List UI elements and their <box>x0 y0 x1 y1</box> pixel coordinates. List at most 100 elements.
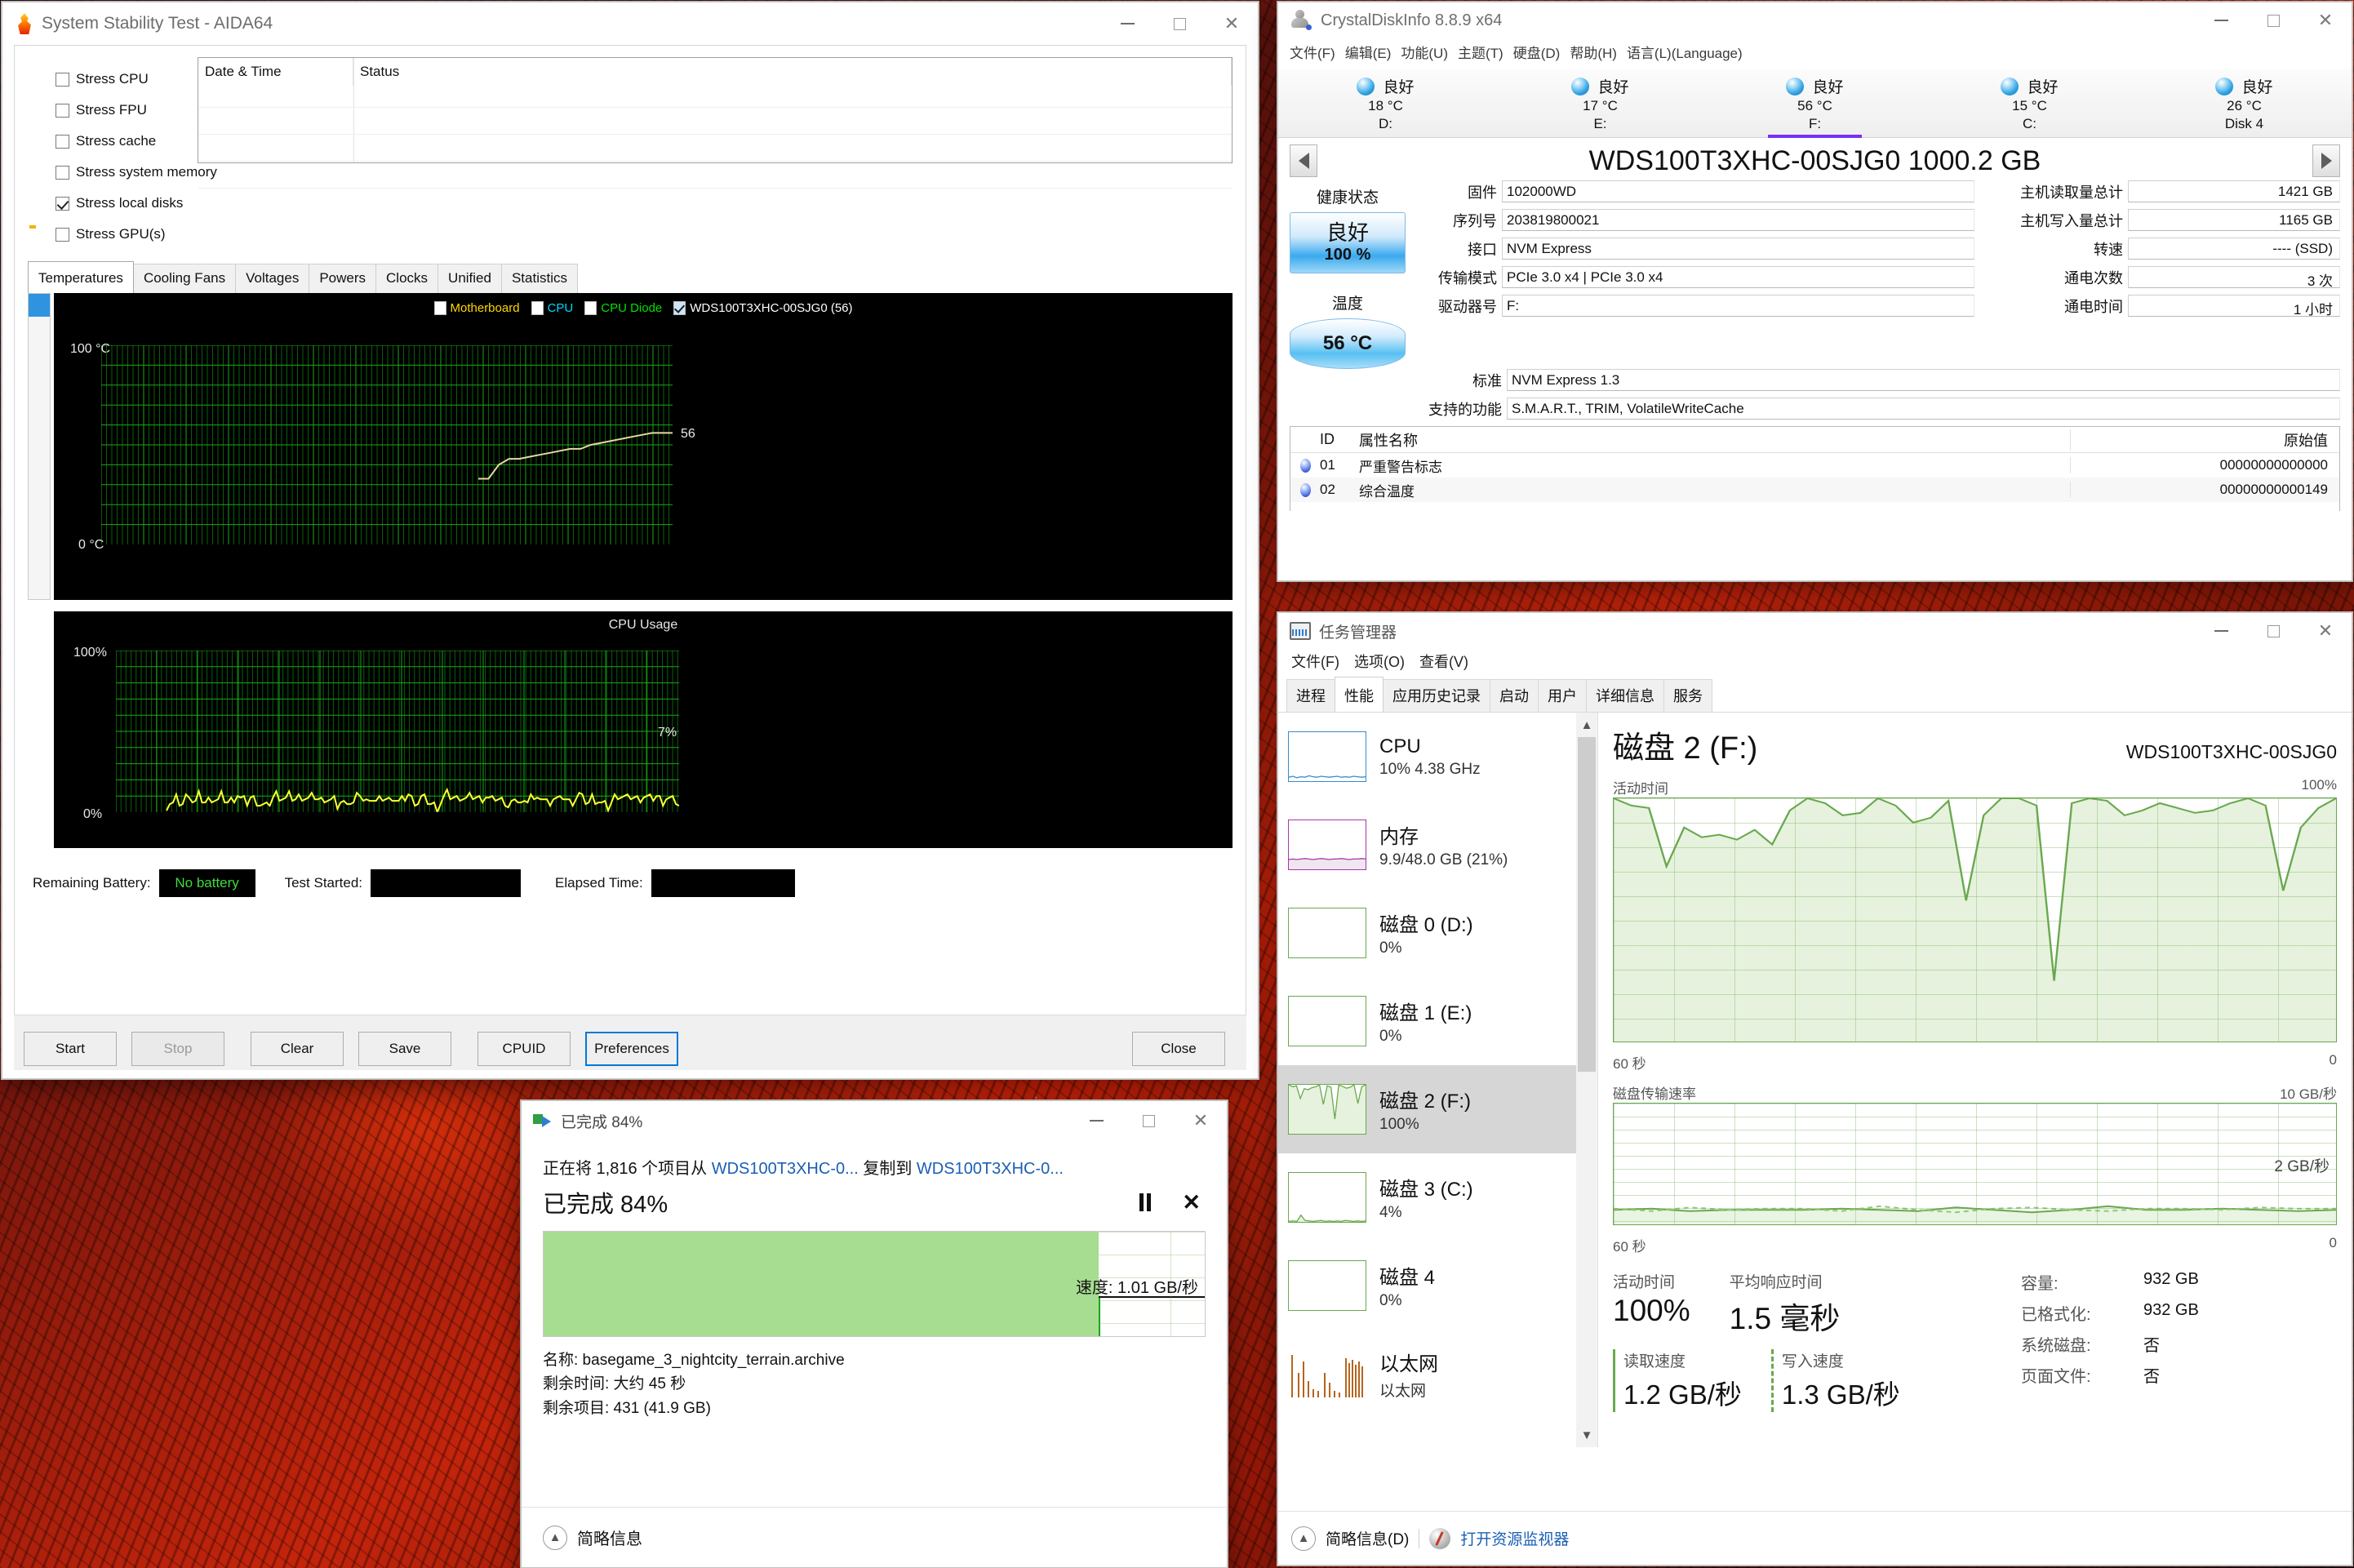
tab-voltages[interactable]: Voltages <box>235 264 310 293</box>
cdi-caption-buttons[interactable]: ✕ <box>2195 2 2352 38</box>
cancel-icon[interactable]: ✕ <box>1182 1191 1201 1214</box>
next-disk-button[interactable] <box>2312 144 2340 177</box>
tab-cooling-fans[interactable]: Cooling Fans <box>132 264 237 293</box>
tm-titlebar[interactable]: 任务管理器 ✕ <box>1278 613 2352 649</box>
tab-performance[interactable]: 性能 <box>1335 677 1384 712</box>
start-button[interactable]: Start <box>24 1031 117 1066</box>
tm-tabs[interactable]: 进程 性能 应用历史记录 启动 用户 详细信息 服务 <box>1278 677 2352 713</box>
stress-cache-checkbox[interactable] <box>56 134 69 149</box>
legend-cpu-diode[interactable]: CPU Diode <box>584 301 662 315</box>
chevron-up-icon[interactable]: ▲ <box>1291 1526 1316 1551</box>
clear-button[interactable]: Clear <box>251 1031 344 1066</box>
cdi-titlebar[interactable]: CrystalDiskInfo 8.8.9 x64 ✕ <box>1278 2 2352 38</box>
tab-services[interactable]: 服务 <box>1663 679 1712 712</box>
menu-file[interactable]: 文件(F) <box>1291 651 1339 672</box>
menu-edit[interactable]: 编辑(E) <box>1345 42 1392 62</box>
tab-users[interactable]: 用户 <box>1538 679 1587 712</box>
drive-tab-f[interactable]: 良好 56 °C F: <box>1708 75 1922 138</box>
table-row[interactable]: 02 综合温度 00000000000149 <box>1290 478 2339 502</box>
menu-theme[interactable]: 主题(T) <box>1458 42 1503 62</box>
brief-info-button[interactable]: 简略信息 <box>577 1526 642 1549</box>
maximize-button[interactable] <box>1153 2 1206 45</box>
stress-memory-checkbox[interactable] <box>56 165 69 180</box>
menu-options[interactable]: 选项(O) <box>1354 651 1405 672</box>
scrollbar-thumb[interactable] <box>1578 737 1596 1072</box>
menu-file[interactable]: 文件(F) <box>1290 42 1335 62</box>
sidebar-scrollbar[interactable]: ▲ ▼ <box>1576 713 1597 1447</box>
minimize-button[interactable] <box>2195 613 2247 649</box>
tm-caption-buttons[interactable]: ✕ <box>2195 613 2352 649</box>
copy-source-link[interactable]: WDS100T3XHC-0... <box>712 1160 859 1178</box>
cdi-drive-selector[interactable]: 良好 18 °C D: 良好 17 °C E: 良好 56 °C F: 良好 1… <box>1278 69 2352 138</box>
sidebar-item-disk1[interactable]: 磁盘 1 (E:) 0% <box>1278 977 1597 1065</box>
scroll-down-icon[interactable]: ▼ <box>1576 1423 1597 1447</box>
stress-option-cache[interactable]: Stress cache <box>28 126 188 157</box>
scroll-up-icon[interactable]: ▲ <box>1576 713 1597 737</box>
tab-powers[interactable]: Powers <box>309 264 377 293</box>
close-button[interactable]: ✕ <box>2299 613 2352 649</box>
brief-info-button[interactable]: 简略信息(D) <box>1326 1527 1409 1549</box>
tm-menubar[interactable]: 文件(F) 选项(O) 查看(V) <box>1278 649 2352 677</box>
smart-attributes-table[interactable]: ID 属性名称 原始值 01 严重警告标志 00000000000000 02 … <box>1290 426 2340 511</box>
stress-option-cpu[interactable]: Stress CPU <box>28 64 188 95</box>
minimize-button[interactable] <box>2195 2 2247 38</box>
legend-cpu-diode-checkbox[interactable] <box>584 301 597 315</box>
sidebar-item-memory[interactable]: 内存 9.9/48.0 GB (21%) <box>1278 801 1597 889</box>
stress-gpu-checkbox[interactable] <box>56 227 69 242</box>
tab-processes[interactable]: 进程 <box>1286 679 1335 712</box>
pause-icon[interactable] <box>1139 1193 1152 1211</box>
copy-controls[interactable]: ✕ <box>1139 1191 1206 1214</box>
menu-function[interactable]: 功能(U) <box>1401 42 1448 62</box>
aida64-tabs[interactable]: Temperatures Cooling Fans Voltages Power… <box>28 261 1233 293</box>
sidebar-item-cpu[interactable]: CPU 10% 4.38 GHz <box>1278 713 1597 801</box>
crystaldiskinfo-window[interactable]: CrystalDiskInfo 8.8.9 x64 ✕ 文件(F) 编辑(E) … <box>1277 2 2352 581</box>
close-button[interactable]: ✕ <box>2299 2 2352 38</box>
sidebar-item-disk3[interactable]: 磁盘 3 (C:) 4% <box>1278 1153 1597 1242</box>
drive-tab-e[interactable]: 良好 17 °C E: <box>1493 75 1708 137</box>
stress-fpu-checkbox[interactable] <box>56 103 69 118</box>
maximize-button[interactable] <box>2247 2 2299 38</box>
legend-ssd[interactable]: WDS100T3XHC-00SJG0 (56) <box>673 301 853 315</box>
close-button[interactable]: ✕ <box>1206 2 1258 45</box>
aida64-caption-buttons[interactable]: ✕ <box>1101 2 1258 45</box>
drive-tab-d[interactable]: 良好 18 °C D: <box>1278 75 1493 137</box>
menu-help[interactable]: 帮助(H) <box>1570 42 1617 62</box>
stress-option-memory[interactable]: Stress system memory <box>28 157 217 188</box>
legend-cpu-checkbox[interactable] <box>531 301 544 315</box>
open-resource-monitor-link[interactable]: 打开资源监视器 <box>1460 1527 1569 1549</box>
menu-language[interactable]: 语言(L)(Language) <box>1627 42 1743 62</box>
cpuid-button[interactable]: CPUID <box>477 1031 571 1066</box>
copy-destination-link[interactable]: WDS100T3XHC-0... <box>917 1160 1064 1178</box>
stress-option-fpu[interactable]: Stress FPU <box>28 95 188 126</box>
sidebar-item-disk0[interactable]: 磁盘 0 (D:) 0% <box>1278 889 1597 977</box>
tab-details[interactable]: 详细信息 <box>1586 679 1664 712</box>
minimize-button[interactable] <box>1070 1101 1122 1140</box>
tab-app-history[interactable]: 应用历史记录 <box>1383 679 1490 712</box>
menu-disk[interactable]: 硬盘(D) <box>1513 42 1561 62</box>
copy-titlebar[interactable]: 已完成 84% ✕ <box>522 1101 1227 1140</box>
stress-cpu-checkbox[interactable] <box>56 72 69 87</box>
minimize-button[interactable] <box>1101 2 1153 45</box>
legend-motherboard[interactable]: Motherboard <box>433 301 520 315</box>
menu-view[interactable]: 查看(V) <box>1419 651 1468 672</box>
table-row[interactable]: 01 严重警告标志 00000000000000 <box>1290 453 2339 478</box>
chevron-up-icon[interactable]: ▲ <box>543 1525 567 1550</box>
drive-tab-c[interactable]: 良好 15 °C C: <box>1922 75 2137 137</box>
health-status-badge[interactable]: 良好 100 % <box>1290 212 1406 273</box>
legend-motherboard-checkbox[interactable] <box>433 301 446 315</box>
cdi-menubar[interactable]: 文件(F) 编辑(E) 功能(U) 主题(T) 硬盘(D) 帮助(H) 语言(L… <box>1278 38 2352 69</box>
close-button[interactable]: ✕ <box>1175 1101 1227 1140</box>
stress-option-local-disks[interactable]: Stress local disks <box>28 188 188 219</box>
temperature-graph-scrollbar[interactable] <box>28 293 51 600</box>
tm-sidebar[interactable]: CPU 10% 4.38 GHz 内存 9.9/48.0 GB (21%) 磁盘… <box>1278 713 1598 1447</box>
file-copy-dialog[interactable]: 已完成 84% ✕ 正在将 1,816 个项目从 WDS100T3XHC-0..… <box>521 1100 1228 1568</box>
sidebar-item-ethernet[interactable]: 以太网 以太网 <box>1278 1330 1597 1418</box>
temperature-badge[interactable]: 56 °C <box>1290 318 1406 369</box>
tab-clocks[interactable]: Clocks <box>375 264 439 293</box>
tab-startup[interactable]: 启动 <box>1490 679 1539 712</box>
stress-local-disks-checkbox[interactable] <box>56 196 69 211</box>
event-log-table[interactable]: Date & Time Status <box>198 57 1233 189</box>
scrollbar-thumb[interactable] <box>29 294 50 317</box>
temperature-legend[interactable]: Motherboard CPU CPU Diode WDS100T3XHC-00… <box>54 301 1233 315</box>
tab-statistics[interactable]: Statistics <box>500 264 578 293</box>
